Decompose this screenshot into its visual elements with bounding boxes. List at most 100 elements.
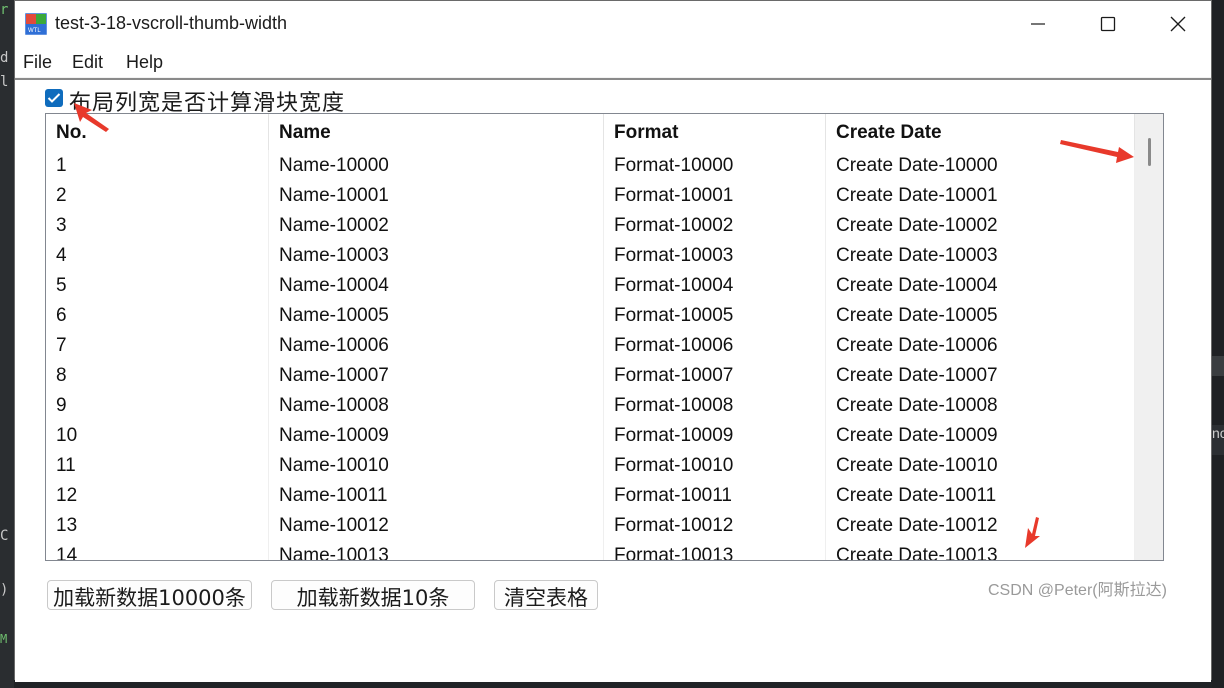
cell-no: 12 — [46, 480, 269, 510]
cell-name: Name-10002 — [269, 210, 604, 240]
data-list-view[interactable]: No. Name Format Create Date 1 Name-10000 F… — [45, 113, 1164, 561]
cell-name: Name-10010 — [269, 450, 604, 480]
menu-bar: File Edit Help — [15, 47, 1211, 77]
table-row[interactable]: 6 Name-10005 Format-10005 Create Date-10005 — [46, 300, 1135, 330]
table-row[interactable]: 3 Name-10002 Format-10002 Create Date-10002 — [46, 210, 1135, 240]
vertical-scrollbar[interactable] — [1135, 114, 1163, 560]
minimize-button[interactable] — [1004, 1, 1074, 47]
cell-format: Format-10009 — [604, 420, 826, 450]
table-row[interactable]: 11 Name-10010 Format-10010 Create Date-1001… — [46, 450, 1135, 480]
cell-format: Format-10012 — [604, 510, 826, 540]
cell-format: Format-10004 — [604, 270, 826, 300]
load-10-button[interactable]: 加载新数据10条 — [271, 580, 475, 610]
title-bar: WTL test-3-18-vscroll-thumb-width — [15, 1, 1211, 47]
cell-no: 6 — [46, 300, 269, 330]
cell-format: Format-10000 — [604, 150, 826, 180]
cell-format: Format-10001 — [604, 180, 826, 210]
menu-file[interactable]: File — [23, 52, 52, 73]
cell-name: Name-10006 — [269, 330, 604, 360]
cell-format: Format-10005 — [604, 300, 826, 330]
cell-create-date: Create Date-10008 — [826, 390, 1135, 420]
cell-create-date: Create Date-10002 — [826, 210, 1135, 240]
table-row[interactable]: 8 Name-10007 Format-10007 Create Date-10007 — [46, 360, 1135, 390]
cell-no: 11 — [46, 450, 269, 480]
cell-format: Format-10007 — [604, 360, 826, 390]
cell-no: 14 — [46, 540, 269, 560]
table-row[interactable]: 13 Name-10012 Format-10012 Create Date-1001… — [46, 510, 1135, 540]
cell-format: Format-10013 — [604, 540, 826, 560]
cell-name: Name-10008 — [269, 390, 604, 420]
close-button[interactable] — [1144, 1, 1214, 47]
cell-name: Name-10013 — [269, 540, 604, 560]
cell-no: 8 — [46, 360, 269, 390]
cell-create-date: Create Date-10010 — [826, 450, 1135, 480]
svg-text:WTL: WTL — [28, 28, 41, 34]
cell-no: 2 — [46, 180, 269, 210]
cell-no: 10 — [46, 420, 269, 450]
cell-name: Name-10004 — [269, 270, 604, 300]
cell-create-date: Create Date-10006 — [826, 330, 1135, 360]
cell-format: Format-10008 — [604, 390, 826, 420]
scrollbar-thumb[interactable] — [1148, 138, 1151, 166]
background-right-text: nc — [1212, 425, 1224, 455]
cell-no: 1 — [46, 150, 269, 180]
app-icon: WTL — [25, 13, 47, 35]
background-char: C — [0, 528, 9, 544]
table-row[interactable]: 5 Name-10004 Format-10004 Create Date-10004 — [46, 270, 1135, 300]
checkmark-icon — [47, 93, 61, 103]
cell-create-date: Create Date-10009 — [826, 420, 1135, 450]
load-10000-button[interactable]: 加载新数据10000条 — [47, 580, 252, 610]
column-header-format[interactable]: Format — [604, 114, 826, 150]
cell-no: 5 — [46, 270, 269, 300]
column-header-no[interactable]: No. — [46, 114, 269, 150]
clear-table-button[interactable]: 清空表格 — [494, 580, 598, 610]
cell-create-date: Create Date-10012 — [826, 510, 1135, 540]
table-row[interactable]: 2 Name-10001 Format-10001 Create Date-10001 — [46, 180, 1135, 210]
cell-format: Format-10002 — [604, 210, 826, 240]
cell-name: Name-10011 — [269, 480, 604, 510]
table-row[interactable]: 4 Name-10003 Format-10003 Create Date-10003 — [46, 240, 1135, 270]
cell-format: Format-10010 — [604, 450, 826, 480]
cell-format: Format-10003 — [604, 240, 826, 270]
cell-format: Format-10011 — [604, 480, 826, 510]
menu-help[interactable]: Help — [126, 52, 163, 73]
cell-no: 9 — [46, 390, 269, 420]
table-row[interactable]: 7 Name-10006 Format-10006 Create Date-10006 — [46, 330, 1135, 360]
cell-create-date: Create Date-10000 — [826, 150, 1135, 180]
table-row[interactable]: 10 Name-10009 Format-10009 Create Date-1000… — [46, 420, 1135, 450]
window-title: test-3-18-vscroll-thumb-width — [55, 13, 288, 33]
maximize-button[interactable] — [1074, 1, 1144, 47]
column-header-create-date[interactable]: Create Date — [826, 114, 1135, 150]
cell-name: Name-10001 — [269, 180, 604, 210]
background-char: d — [0, 50, 9, 66]
cell-format: Format-10006 — [604, 330, 826, 360]
cell-create-date: Create Date-10003 — [826, 240, 1135, 270]
table-row[interactable]: 14 Name-10013 Format-10013 Create Date-1001… — [46, 540, 1135, 560]
table-row[interactable]: 12 Name-10011 Format-10011 Create Date-1001… — [46, 480, 1135, 510]
cell-create-date: Create Date-10001 — [826, 180, 1135, 210]
cell-name: Name-10009 — [269, 420, 604, 450]
cell-no: 7 — [46, 330, 269, 360]
background-char: M — [0, 632, 8, 646]
thumb-width-checkbox[interactable] — [45, 89, 63, 107]
background-right-strip — [1212, 0, 1224, 688]
background-right-band — [1212, 356, 1224, 376]
cell-name: Name-10007 — [269, 360, 604, 390]
minimize-icon — [1031, 23, 1045, 25]
cell-no: 4 — [46, 240, 269, 270]
cell-no: 3 — [46, 210, 269, 240]
cell-name: Name-10003 — [269, 240, 604, 270]
table-row[interactable]: 9 Name-10008 Format-10008 Create Date-10008 — [46, 390, 1135, 420]
background-char: l — [0, 74, 9, 90]
menu-edit[interactable]: Edit — [72, 52, 103, 73]
cell-no: 13 — [46, 510, 269, 540]
background-char: r — [0, 2, 9, 18]
cell-create-date: Create Date-10005 — [826, 300, 1135, 330]
cell-create-date: Create Date-10007 — [826, 360, 1135, 390]
watermark: CSDN @Peter(阿斯拉达) — [988, 582, 1167, 599]
cell-create-date: Create Date-10011 — [826, 480, 1135, 510]
cell-name: Name-10005 — [269, 300, 604, 330]
table-row[interactable]: 1 Name-10000 Format-10000 Create Date-10000 — [46, 150, 1135, 180]
close-icon — [1170, 16, 1186, 32]
column-header-name[interactable]: Name — [269, 114, 604, 150]
